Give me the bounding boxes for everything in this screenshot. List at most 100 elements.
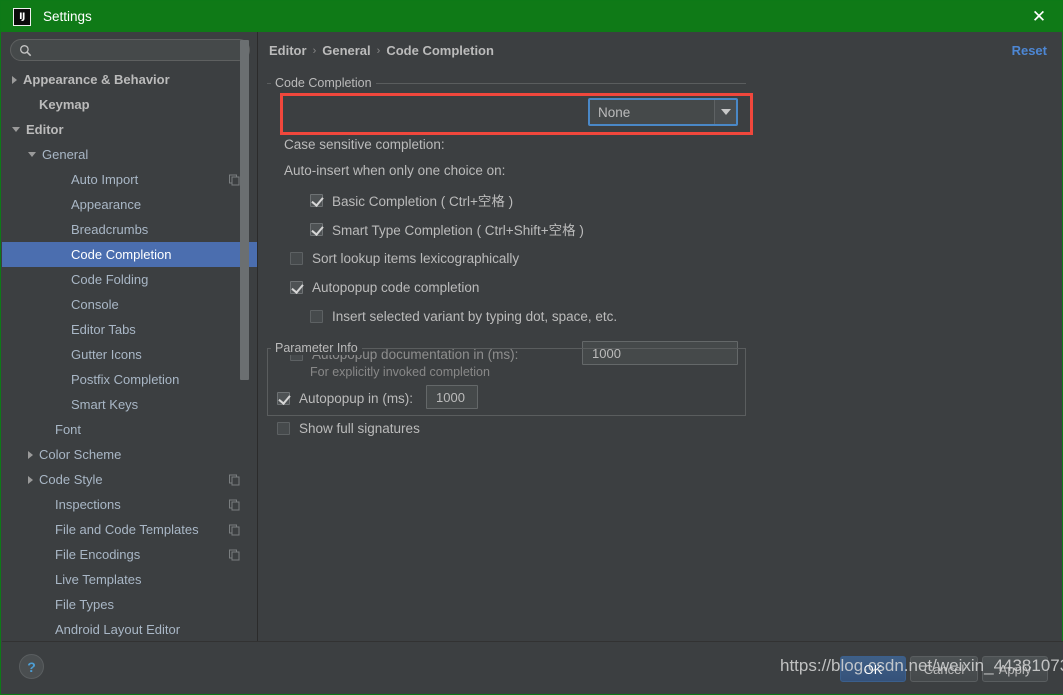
cancel-button[interactable]: Cancel (910, 656, 978, 682)
sidebar-item-label: Appearance (71, 197, 142, 212)
sidebar-item-label: Code Folding (71, 272, 149, 287)
copy-icon (229, 474, 240, 485)
checkbox-insert-selected-variant[interactable] (310, 309, 323, 323)
chevron-down-icon[interactable] (28, 152, 36, 157)
sidebar-item-general[interactable]: General (2, 142, 257, 167)
sidebar-item-font[interactable]: Font (2, 417, 257, 442)
close-icon[interactable]: ✕ (1016, 1, 1062, 32)
sidebar-item-label: Smart Keys (71, 397, 139, 412)
show-full-signatures-label: Show full signatures (299, 420, 420, 436)
sidebar-item-label: Keymap (39, 97, 90, 112)
copy-icon (229, 499, 240, 510)
sidebar-item-code-style[interactable]: Code Style (2, 467, 257, 492)
sidebar-item-label: Editor (26, 122, 64, 137)
sidebar-item-appearance[interactable]: Appearance (2, 192, 257, 217)
copy-icon (229, 174, 240, 185)
parameter-info-signatures-row[interactable]: Show full signatures (277, 418, 420, 438)
breadcrumb-separator: › (376, 44, 381, 57)
option-autopopup-code-completion[interactable]: Autopopup code completion (290, 277, 479, 297)
sidebar-item-file-types[interactable]: File Types (2, 592, 257, 617)
checkbox-smart-type-completion[interactable] (310, 222, 323, 236)
sidebar-scrollbar-track[interactable] (240, 32, 253, 606)
case-sensitive-completion-dropdown[interactable]: None (588, 98, 738, 126)
sidebar-item-label: Gutter Icons (71, 347, 142, 362)
search-icon (20, 44, 32, 56)
sidebar-item-appearance-behavior[interactable]: Appearance & Behavior (2, 67, 257, 92)
sidebar-item-code-completion[interactable]: Code Completion (2, 242, 257, 267)
sidebar-item-keymap[interactable]: Keymap (2, 92, 257, 117)
window-title: Settings (43, 9, 92, 24)
sidebar-item-smart-keys[interactable]: Smart Keys (2, 392, 257, 417)
search-input[interactable] (37, 41, 232, 59)
breadcrumb: Editor › General › Code Completion (269, 43, 494, 58)
sidebar-item-label: Postfix Completion (71, 372, 180, 387)
sidebar-item-label: Code Completion (71, 247, 172, 262)
sidebar-item-gutter-icons[interactable]: Gutter Icons (2, 342, 257, 367)
sidebar-item-label: Editor Tabs (71, 322, 136, 337)
sidebar-item-label: Color Scheme (39, 447, 122, 462)
search-box[interactable] (10, 39, 250, 61)
sidebar-item-inspections[interactable]: Inspections (2, 492, 257, 517)
sidebar-item-label: Android Layout Editor (55, 622, 181, 637)
sidebar-item-label: Live Templates (55, 572, 142, 587)
dropdown-selected-value: None (598, 104, 631, 120)
sidebar-item-console[interactable]: Console (2, 292, 257, 317)
checkbox-show-full-signatures[interactable] (277, 421, 290, 435)
sidebar-scrollbar-thumb[interactable] (240, 40, 249, 380)
breadcrumb-item[interactable]: General (322, 43, 370, 58)
chevron-down-icon[interactable] (714, 100, 736, 124)
breadcrumb-separator: › (312, 44, 317, 57)
reset-link[interactable]: Reset (1012, 43, 1047, 58)
sidebar-item-label: Font (55, 422, 82, 437)
sidebar-item-label: Auto Import (71, 172, 139, 187)
option-insert-selected-variant[interactable]: Insert selected variant by typing dot, s… (310, 306, 617, 326)
chevron-right-icon[interactable] (28, 450, 33, 459)
case-sensitive-row: Case sensitive completion: (284, 131, 734, 157)
case-sensitive-label: Case sensitive completion: (284, 136, 445, 152)
chevron-right-icon[interactable] (12, 75, 17, 84)
option-label: Smart Type Completion ( Ctrl+Shift+空格 ) (332, 223, 584, 238)
settings-tree: Appearance & Behavior Keymap Editor General… (2, 67, 257, 641)
intellij-logo-icon: IJ (13, 7, 31, 26)
parameter-info-autopopup-row[interactable]: Autopopup in (ms): (277, 388, 413, 408)
sidebar-item-color-scheme[interactable]: Color Scheme (2, 442, 257, 467)
breadcrumb-item[interactable]: Editor (269, 43, 307, 58)
option-label: Sort lookup items lexicographically (312, 250, 520, 266)
checkbox-autopopup-code-completion[interactable] (290, 280, 303, 294)
sidebar-item-live-templates[interactable]: Live Templates (2, 567, 257, 592)
checkbox-parameter-autopopup[interactable] (277, 391, 290, 405)
sidebar-item-breadcrumbs[interactable]: Breadcrumbs (2, 217, 257, 242)
sidebar-item-file-and-code-templates[interactable]: File and Code Templates (2, 517, 257, 542)
checkbox-basic-completion[interactable] (310, 193, 323, 207)
help-icon[interactable]: ? (19, 654, 44, 679)
sidebar-item-code-folding[interactable]: Code Folding (2, 267, 257, 292)
apply-button[interactable]: Apply (982, 656, 1048, 682)
parameter-autopopup-delay-input[interactable]: 1000 (426, 385, 478, 409)
sidebar-item-auto-import[interactable]: Auto Import (2, 167, 257, 192)
sidebar-item-file-encodings[interactable]: File Encodings (2, 542, 257, 567)
option-label: Basic Completion ( Ctrl+空格 ) (332, 194, 514, 209)
sidebar-item-postfix-completion[interactable]: Postfix Completion (2, 367, 257, 392)
ok-button[interactable]: OK (840, 656, 906, 682)
sidebar-item-editor-tabs[interactable]: Editor Tabs (2, 317, 257, 342)
copy-icon (229, 524, 240, 535)
sidebar-item-label: File Encodings (55, 547, 141, 562)
option-label: Insert selected variant by typing dot, s… (332, 308, 618, 324)
sidebar-item-label: Appearance & Behavior (23, 72, 170, 87)
settings-dialog: IJ Settings ✕ Appearance & Behavior Keyma… (0, 0, 1063, 695)
breadcrumb-item[interactable]: Code Completion (386, 43, 494, 58)
chevron-right-icon[interactable] (28, 475, 33, 484)
option-smart-type-completion[interactable]: Smart Type Completion ( Ctrl+Shift+空格 ) (310, 219, 584, 239)
checkbox-sort-lookup-items[interactable] (290, 251, 303, 265)
parameter-info-group-title: Parameter Info (271, 341, 362, 355)
settings-main-panel: Editor › General › Code Completion Reset Cod… (258, 32, 1062, 641)
dialog-footer: ? OK Cancel Apply (2, 641, 1063, 694)
option-basic-completion[interactable]: Basic Completion ( Ctrl+空格 ) (310, 190, 513, 210)
sidebar-item-label: Inspections (55, 497, 121, 512)
sidebar-item-editor[interactable]: Editor (2, 117, 257, 142)
chevron-down-icon[interactable] (12, 127, 20, 132)
option-sort-lookup-items[interactable]: Sort lookup items lexicographically (290, 248, 519, 268)
code-completion-group-title: Code Completion (271, 76, 376, 90)
sidebar-item-label: Breadcrumbs (71, 222, 149, 237)
sidebar-item-android-layout-editor[interactable]: Android Layout Editor (2, 617, 257, 641)
